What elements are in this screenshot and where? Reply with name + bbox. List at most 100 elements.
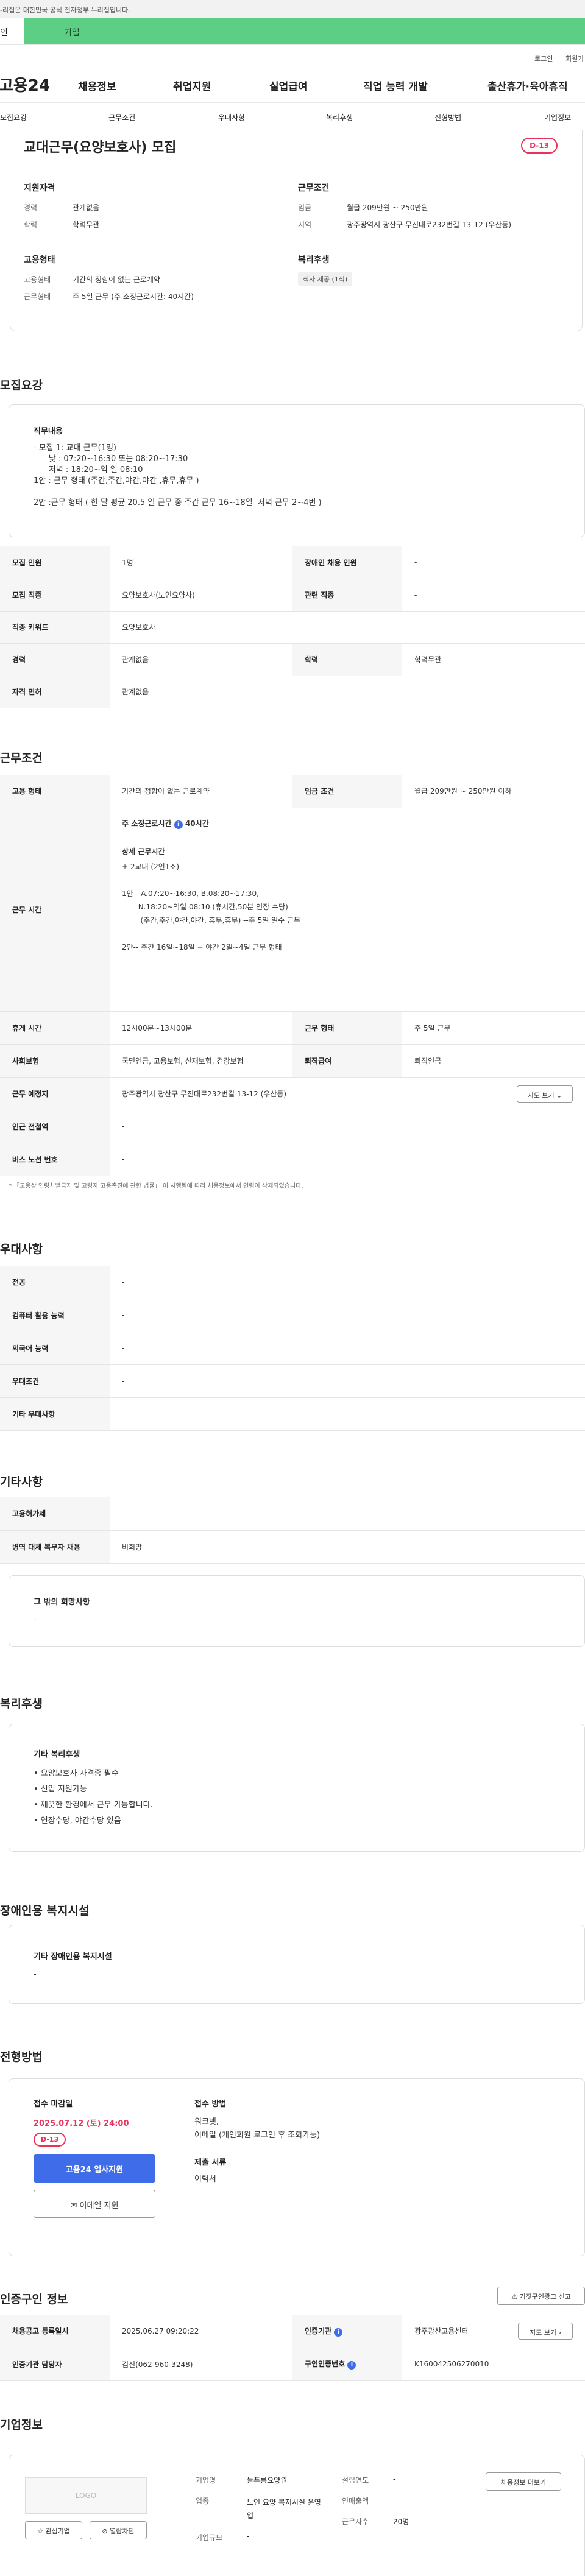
table-value: 국민연금, 고용보험, 산재보험, 건강보험 xyxy=(110,1044,292,1078)
email-apply-button[interactable]: ✉ 이메일 지원 xyxy=(34,2190,155,2218)
block-company-label: 열람차단 xyxy=(110,2527,135,2535)
subnav-welfare[interactable]: 복리후생 xyxy=(326,112,353,122)
table-value: 김진(062-960-3248) xyxy=(110,2348,292,2381)
info-icon[interactable]: i xyxy=(334,2327,343,2337)
table-value: 기간의 정함이 없는 근로계약 xyxy=(110,775,292,808)
info-icon[interactable]: i xyxy=(174,820,183,829)
duty-text: - 모집 1: 교대 근무(1명) 낮 : 07:20~16:30 또는 08:… xyxy=(34,443,322,507)
subnav-work[interactable]: 근무조건 xyxy=(108,112,135,122)
field-value: - xyxy=(393,2496,396,2504)
table-key: 모집 인원 xyxy=(0,546,110,579)
disabled-title: 장애인용 복지시설 xyxy=(0,1904,90,1918)
report-fake-ad-button[interactable]: ⚠ 거짓구인광고 신고 xyxy=(497,2287,585,2305)
table-row: 기타 우대사항 - xyxy=(0,1397,585,1431)
table-value: - xyxy=(402,546,585,579)
qual-value: 학력무관 xyxy=(73,221,100,229)
company-card: LOGO ☆ 관심기업 ⊘ 열람차단 기업명 늘푸름요양원 업종 노인 요양 복… xyxy=(9,2455,585,2576)
etc-table: 고용허가제 - 병역 대체 복무자 채용 비희망 xyxy=(0,1497,585,1564)
table-row: 우대조건 - xyxy=(0,1364,585,1398)
nav-unemployment-benefit[interactable]: 실업급여 xyxy=(269,78,308,93)
table-key: 인증기관 담당자 xyxy=(0,2348,110,2381)
table-row: 근무 시간 주 소정근로시간 i 40시간 상세 근무시간 + 2교대 (2인1… xyxy=(0,808,585,1012)
weekly-hours-value: 40시간 xyxy=(185,819,209,828)
table-value: 비희망 xyxy=(110,1530,585,1564)
table-value: 월급 209만원 ~ 250만원 이하 xyxy=(402,775,585,808)
emp-heading: 고용형태 xyxy=(24,255,55,265)
info-icon[interactable]: i xyxy=(347,2361,356,2370)
table-row: 직종 키워드 요양보호사 xyxy=(0,611,585,644)
detail-hours-heading: 상세 근무시간 xyxy=(122,847,165,856)
more-jobs-button[interactable]: 채용정보 더보기 xyxy=(486,2472,561,2491)
detail-hours-text: + 2교대 (2인1조) 1안 --A.07:20~16:30, B.08:20… xyxy=(122,862,301,951)
table-value: 퇴직연금 xyxy=(402,1044,585,1078)
other-wishes-card: 그 밖의 희망사항 - xyxy=(9,1575,585,1647)
site-logo[interactable]: 고용24 xyxy=(0,73,50,96)
tab-individual[interactable]: 인 xyxy=(0,18,24,44)
work-table: 고용 형태 기간의 정함이 없는 근로계약 임금 조건 월급 209만원 ~ 2… xyxy=(0,775,585,1176)
field-key: 근로자수 xyxy=(342,2518,369,2526)
nav-employment-support[interactable]: 취업지원 xyxy=(173,78,211,93)
table-key: 전공 xyxy=(0,1266,110,1299)
map-button[interactable]: 지도 보기 ⌄ xyxy=(517,1085,573,1103)
location-cell: 광주광역시 광산구 무진대로232번길 13-12 (우산동) 지도 보기 ⌄ xyxy=(110,1077,585,1110)
table-value: 2025.06.27 09:20:22 xyxy=(110,2315,292,2348)
field-value: - xyxy=(247,2532,250,2541)
cond-heading: 근무조건 xyxy=(298,183,330,193)
table-value: 12시00분~13시00분 xyxy=(110,1011,292,1045)
nav-maternity-leave[interactable]: 출산휴가·육아휴직 xyxy=(488,78,568,93)
table-row: 사회보험 국민연금, 고용보험, 산재보험, 건강보험 퇴직급여 퇴직연금 xyxy=(0,1044,585,1078)
favorite-company-label: 관심기업 xyxy=(45,2527,70,2535)
gov-banner-text: -리집은 대한민국 공식 전자정부 누리집입니다. xyxy=(0,6,130,14)
dday-badge: D-13 xyxy=(521,138,558,154)
job-title: 교대근무(요양보호사) 모집 xyxy=(24,140,177,155)
nav-jobs[interactable]: 채용정보 xyxy=(78,78,116,93)
list-item: • 연장수당, 야간수당 있음 xyxy=(34,1816,121,1826)
table-key: 자격 면허 xyxy=(0,676,110,708)
disabled-value: - xyxy=(34,1970,37,1979)
list-item: • 신입 지원가능 xyxy=(34,1785,87,1794)
table-row: 병역 대체 복무자 채용 비희망 xyxy=(0,1530,585,1564)
table-row: 전공 - xyxy=(0,1266,585,1299)
subnav-recruit[interactable]: 모집요강 xyxy=(0,112,27,122)
company-name[interactable]: 늘푸름요양원 xyxy=(247,2475,287,2485)
login-link[interactable]: 로그인 xyxy=(534,54,553,63)
pref-title: 우대사항 xyxy=(0,1243,43,1256)
welfare-card: 기타 복리후생 • 요양보호사 자격증 필수 • 신입 지원가능 • 깨끗한 환… xyxy=(9,1724,585,1852)
welfare-title: 복리후생 xyxy=(0,1697,43,1710)
qual-key: 경력 xyxy=(24,203,38,212)
block-company-button[interactable]: ⊘ 열람차단 xyxy=(90,2521,147,2539)
duty-card: 직무내용 - 모집 1: 교대 근무(1명) 낮 : 07:20~16:30 또… xyxy=(9,404,585,537)
map-button-label: 지도 보기 xyxy=(527,1091,555,1099)
deadline-value: 2025.07.12 (토) 24:00 xyxy=(34,2119,129,2128)
table-row: 컴퓨터 활용 능력 - xyxy=(0,1299,585,1332)
apply-button[interactable]: 고용24 입사지원 xyxy=(34,2154,155,2183)
table-key: 인근 전철역 xyxy=(0,1110,110,1143)
location-value: 광주광역시 광산구 무진대로232번길 13-12 (우산동) xyxy=(122,1089,287,1098)
cond-value: 월급 209만원 ~ 250만원 xyxy=(347,203,428,212)
duty-heading: 직무내용 xyxy=(34,427,63,436)
subnav-pref[interactable]: 우대사항 xyxy=(218,112,245,122)
subnav-company[interactable]: 기업정보 xyxy=(544,112,571,122)
nav-vocational-training[interactable]: 직업 능력 개발 xyxy=(363,78,428,93)
table-value: - xyxy=(110,1299,585,1332)
map-button[interactable]: 지도 보기 › xyxy=(518,2323,573,2340)
table-value: - xyxy=(110,1110,585,1143)
table-key: 기타 우대사항 xyxy=(0,1397,110,1431)
emp-value: 주 5일 근무 (주 소정근로시간: 40시간) xyxy=(73,292,194,301)
cert-org-cell: 광주광산고용센터 지도 보기 › xyxy=(402,2315,585,2348)
subnav-process[interactable]: 전형방법 xyxy=(434,112,461,122)
other-wishes-heading: 그 밖의 희망사항 xyxy=(34,1598,90,1607)
favorite-company-button[interactable]: ☆ 관심기업 xyxy=(25,2521,82,2539)
table-key: 경력 xyxy=(0,643,110,676)
tab-company[interactable]: 기업 xyxy=(24,18,585,44)
table-value: 관계없음 xyxy=(110,643,292,676)
report-fake-ad-label: 거짓구인광고 신고 xyxy=(519,2293,571,2301)
field-key: 기업명 xyxy=(196,2476,216,2485)
cert-table: 채용공고 등록일시 2025.06.27 09:20:22 인증기관 i 광주광… xyxy=(0,2315,585,2381)
block-icon: ⊘ xyxy=(102,2527,108,2535)
signup-link[interactable]: 회원가 xyxy=(566,54,584,63)
table-row: 버스 노선 번호 - xyxy=(0,1143,585,1176)
work-title: 근무조건 xyxy=(0,752,43,765)
mail-icon: ✉ xyxy=(70,2201,77,2211)
gov-banner: -리집은 대한민국 공식 전자정부 누리집입니다. xyxy=(0,0,585,18)
